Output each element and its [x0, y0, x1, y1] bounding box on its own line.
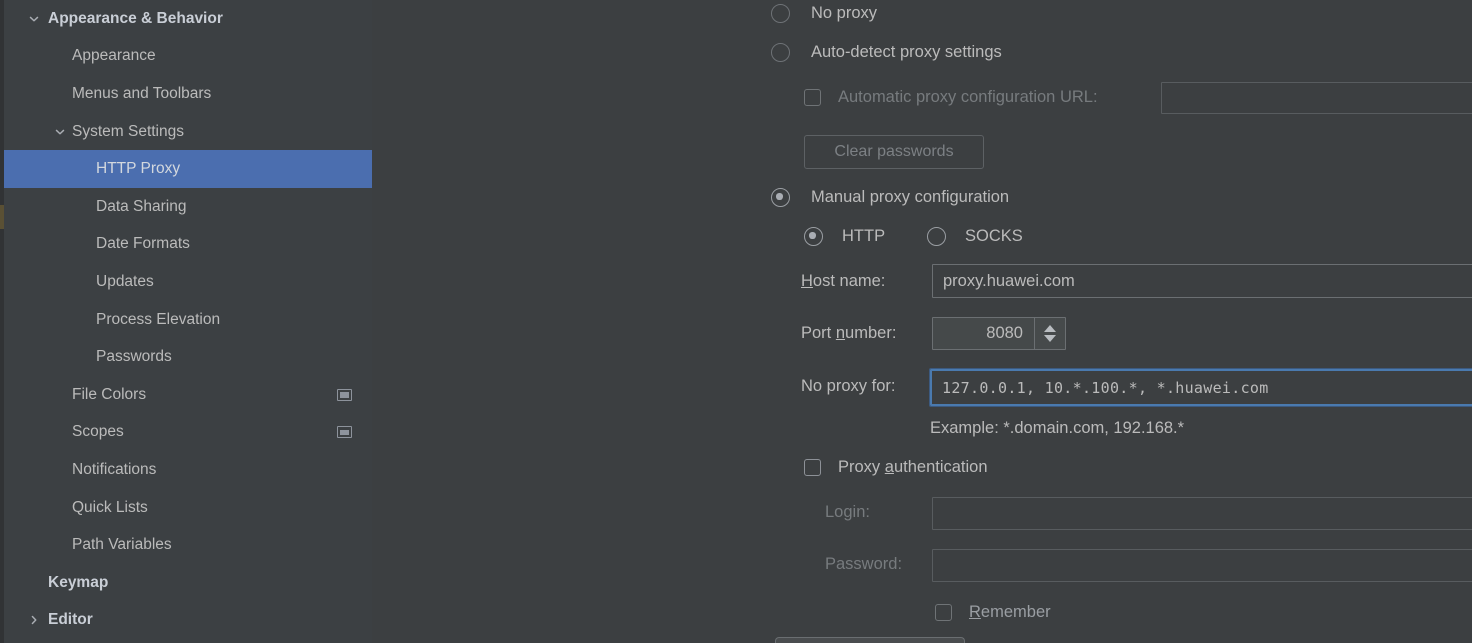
sidebar-item-label: Date Formats — [96, 235, 190, 253]
sidebar-item-data-sharing[interactable]: Data Sharing — [4, 188, 372, 226]
sidebar-item-label: Keymap — [48, 573, 109, 591]
no-proxy-for-input[interactable]: 127.0.0.1, 10.*.100.*, *.huawei.com — [929, 368, 1472, 407]
checkbox-remember[interactable]: Remember — [935, 603, 1051, 622]
sidebar-item-editor[interactable]: Editor — [4, 602, 372, 640]
host-name-label-rest: ost name: — [812, 272, 886, 290]
radio-protocol-socks[interactable]: SOCKS — [927, 227, 1023, 246]
proxy-auth-label-rest: uthentication — [893, 458, 988, 476]
proxy-auth-label-pre: Proxy — [838, 458, 885, 476]
sidebar-item-label: File Colors — [72, 385, 147, 403]
port-number-value[interactable]: 8080 — [933, 318, 1034, 349]
radio-auto-detect-label: Auto-detect proxy settings — [811, 43, 1002, 61]
host-name-label: Host name: — [801, 272, 885, 291]
sidebar-item-process-elevation[interactable]: Process Elevation — [4, 301, 372, 339]
settings-tree[interactable]: Appearance & Behavior Appearance Menus and… — [4, 0, 372, 643]
sidebar-item-http-proxy[interactable]: HTTP Proxy — [4, 150, 372, 188]
sidebar-item-label: Process Elevation — [96, 310, 221, 328]
clear-passwords-button[interactable]: Clear passwords — [804, 135, 984, 169]
sidebar-item-label: Passwords — [96, 348, 172, 366]
host-name-input[interactable]: proxy.huawei.com — [932, 264, 1472, 298]
checkbox-remember-label: Remember — [969, 603, 1051, 622]
automatic-pac-url-input[interactable] — [1161, 82, 1472, 114]
sidebar-item-menus-and-toolbars[interactable]: Menus and Toolbars — [4, 75, 372, 113]
project-scope-icon — [337, 426, 352, 439]
checkbox-remember-box[interactable] — [935, 604, 952, 621]
port-number-stepper[interactable] — [1034, 318, 1065, 349]
sidebar-item-system-settings[interactable]: System Settings — [4, 113, 372, 151]
remember-label-rest: emember — [980, 603, 1051, 621]
sidebar-item-label: Notifications — [72, 460, 157, 478]
checkbox-proxy-authentication-label: Proxy authentication — [838, 458, 988, 477]
sidebar-item-label: Data Sharing — [96, 197, 187, 215]
stepper-down-icon[interactable] — [1044, 335, 1056, 342]
radio-auto-detect-proxy[interactable]: Auto-detect proxy settings — [771, 43, 1002, 62]
radio-socks-indicator[interactable] — [927, 227, 946, 246]
radio-http-label: HTTP — [842, 227, 886, 245]
sidebar-item-plugins[interactable]: Plugins — [4, 639, 372, 643]
login-input[interactable] — [932, 497, 1472, 530]
no-proxy-for-example-hint: Example: *.domain.com, 192.168.* — [930, 419, 1185, 437]
sidebar-item-label: Appearance — [72, 47, 156, 65]
checkbox-automatic-pac-url-label: Automatic proxy configuration URL: — [838, 88, 1098, 106]
sidebar-item-scopes[interactable]: Scopes — [4, 414, 372, 452]
stepper-up-icon[interactable] — [1044, 325, 1056, 332]
sidebar-item-file-colors[interactable]: File Colors — [4, 376, 372, 414]
remember-mnemonic: R — [969, 603, 981, 621]
port-number-label-rest: umber: — [845, 324, 897, 342]
sidebar-item-label: Editor — [48, 611, 93, 629]
radio-protocol-http[interactable]: HTTP — [804, 227, 885, 246]
sidebar-item-date-formats[interactable]: Date Formats — [4, 226, 372, 264]
sidebar-item-quick-lists[interactable]: Quick Lists — [4, 489, 372, 527]
sidebar-item-label: Scopes — [72, 423, 124, 441]
radio-manual-proxy-label: Manual proxy configuration — [811, 188, 1010, 206]
port-number-label-pre: Port — [801, 324, 836, 342]
port-number-spinner[interactable]: 8080 — [932, 317, 1066, 350]
radio-http-indicator[interactable] — [804, 227, 823, 246]
login-label: Login: — [825, 503, 870, 521]
password-input[interactable] — [932, 549, 1472, 582]
sidebar-item-updates[interactable]: Updates — [4, 263, 372, 301]
sidebar-item-label: Quick Lists — [72, 498, 148, 516]
radio-no-proxy[interactable]: No proxy — [771, 4, 877, 23]
checkbox-automatic-pac-url-box[interactable] — [804, 89, 821, 106]
sidebar-item-appearance[interactable]: Appearance — [4, 38, 372, 76]
clear-passwords-label: Clear passwords — [834, 143, 954, 160]
sidebar-item-path-variables[interactable]: Path Variables — [4, 526, 372, 564]
host-name-value: proxy.huawei.com — [943, 271, 1075, 290]
radio-no-proxy-label: No proxy — [811, 4, 878, 22]
sidebar-item-label: Appearance & Behavior — [48, 9, 223, 27]
checkbox-proxy-authentication[interactable]: Proxy authentication — [804, 458, 988, 477]
password-label: Password: — [825, 555, 903, 573]
checkbox-proxy-authentication-box[interactable] — [804, 459, 821, 476]
settings-category-sidebar: Appearance & Behavior Appearance Menus and… — [0, 0, 372, 643]
chevron-down-icon[interactable] — [52, 124, 68, 140]
sidebar-item-label: System Settings — [72, 122, 184, 140]
http-proxy-settings-panel: No proxy Auto-detect proxy settings Auto… — [372, 0, 1472, 643]
proxy-auth-mnemonic: a — [884, 458, 894, 476]
host-name-mnemonic: H — [801, 272, 813, 290]
port-number-mnemonic: n — [835, 324, 846, 342]
radio-no-proxy-indicator[interactable] — [771, 4, 790, 23]
no-proxy-for-label: No proxy for: — [801, 377, 896, 395]
checkbox-automatic-pac-url[interactable]: Automatic proxy configuration URL: — [804, 88, 1098, 107]
check-connection-button-peek[interactable] — [775, 637, 965, 643]
sidebar-item-label: HTTP Proxy — [96, 160, 181, 178]
chevron-right-icon[interactable] — [26, 612, 42, 628]
sidebar-item-keymap[interactable]: Keymap — [4, 564, 372, 602]
chevron-down-icon[interactable] — [26, 11, 42, 27]
no-proxy-for-value: 127.0.0.1, 10.*.100.*, *.huawei.com — [942, 378, 1269, 397]
sidebar-item-passwords[interactable]: Passwords — [4, 338, 372, 376]
radio-auto-detect-indicator[interactable] — [771, 43, 790, 62]
radio-manual-proxy-indicator[interactable] — [771, 188, 790, 207]
radio-manual-proxy-configuration[interactable]: Manual proxy configuration — [771, 188, 1009, 207]
sidebar-item-label: Updates — [96, 272, 154, 290]
port-number-label: Port number: — [801, 324, 896, 343]
sidebar-item-label: Menus and Toolbars — [72, 84, 212, 102]
sidebar-item-appearance-and-behavior[interactable]: Appearance & Behavior — [4, 0, 372, 38]
project-scope-icon — [337, 388, 352, 401]
radio-socks-label: SOCKS — [965, 227, 1023, 245]
sidebar-item-notifications[interactable]: Notifications — [4, 451, 372, 489]
settings-dialog: Appearance & Behavior Appearance Menus and… — [0, 0, 1472, 643]
sidebar-item-label: Path Variables — [72, 536, 172, 554]
